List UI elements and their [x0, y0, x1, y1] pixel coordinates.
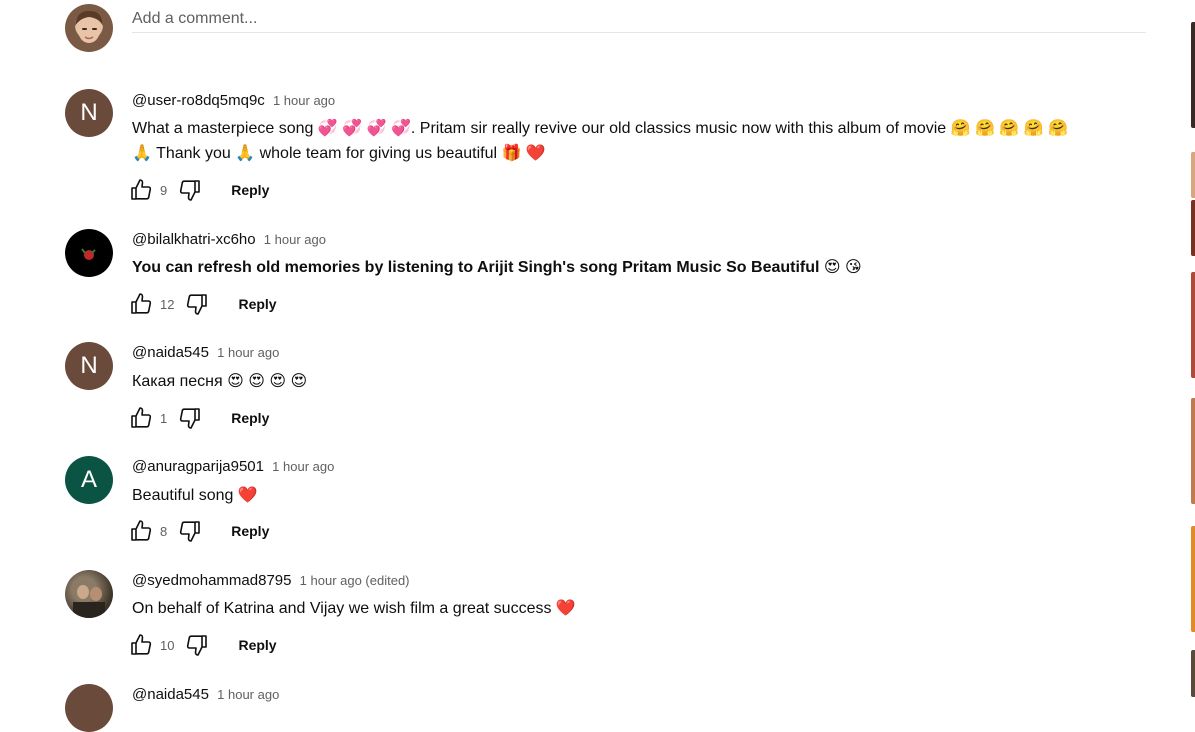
sidebar-video-thumbnail[interactable]	[1191, 152, 1195, 198]
comment-avatar[interactable]: A	[65, 456, 113, 504]
comment-actions: 1 Reply	[128, 406, 269, 430]
like-button[interactable]	[128, 405, 154, 431]
add-comment-input[interactable]	[132, 6, 1146, 33]
comment-actions: 12 Reply	[128, 292, 277, 316]
comment-avatar[interactable]	[65, 684, 113, 732]
thumbs-up-icon	[131, 520, 152, 541]
comment-avatar[interactable]: N	[65, 89, 113, 137]
comment-time[interactable]: 1 hour ago	[273, 93, 335, 108]
reply-button[interactable]: Reply	[238, 296, 276, 312]
comment-author[interactable]: @naida545	[132, 344, 209, 361]
like-count: 1	[160, 410, 168, 426]
comment-avatar[interactable]	[65, 570, 113, 618]
comment-author[interactable]: @anuragparija9501	[132, 458, 264, 475]
sidebar-video-thumbnail[interactable]	[1191, 650, 1195, 697]
like-count: 12	[160, 296, 175, 312]
comment-actions: 9 Reply	[128, 178, 269, 202]
comment-author[interactable]: @naida545	[132, 686, 209, 703]
comment-author[interactable]: @user-ro8dq5mq9c	[132, 92, 265, 109]
reply-button[interactable]: Reply	[231, 523, 269, 539]
comment-text: Какая песня 😍 😍 😍 😍	[132, 373, 308, 390]
user-photo-icon	[75, 10, 103, 43]
comment-avatar[interactable]	[65, 229, 113, 277]
thumbs-up-icon	[131, 293, 152, 314]
comment-avatar[interactable]: N	[65, 342, 113, 390]
comment-text: What a masterpiece song 💞 💞 💞 💞. Pritam …	[132, 120, 1068, 162]
thumbs-down-icon	[187, 635, 208, 656]
like-count: 8	[160, 523, 168, 539]
avatar-letter: A	[80, 466, 97, 493]
comment-header: @naida545 1 hour ago	[132, 344, 279, 361]
like-button[interactable]	[128, 518, 154, 544]
like-button[interactable]	[128, 632, 154, 658]
avatar-letter: N	[80, 352, 98, 379]
sidebar-video-thumbnail[interactable]	[1191, 526, 1195, 632]
comment-text: On behalf of Katrina and Vijay we wish f…	[132, 600, 576, 617]
thumbs-up-icon	[131, 179, 152, 200]
comment-text: Beautiful song ❤️	[132, 487, 258, 504]
dislike-button[interactable]	[184, 291, 210, 317]
like-count: 10	[160, 637, 175, 653]
dislike-button[interactable]	[177, 177, 203, 203]
like-count: 9	[160, 182, 168, 198]
sidebar-video-thumbnail[interactable]	[1191, 272, 1195, 378]
comment-header: @naida545 1 hour ago	[132, 686, 279, 703]
comment-author[interactable]: @bilalkhatri-xc6ho	[132, 231, 256, 248]
comment-time[interactable]: 1 hour ago	[217, 345, 279, 360]
like-button[interactable]	[128, 177, 154, 203]
dislike-button[interactable]	[184, 632, 210, 658]
thumbs-down-icon	[187, 294, 208, 315]
comment-time[interactable]: 1 hour ago	[264, 232, 326, 247]
reply-button[interactable]: Reply	[231, 182, 269, 198]
comment-actions: 10 Reply	[128, 633, 277, 657]
thumbs-up-icon	[131, 634, 152, 655]
sidebar-video-thumbnail[interactable]	[1191, 398, 1195, 504]
thumbs-down-icon	[180, 521, 201, 542]
rose-icon	[81, 248, 96, 260]
sidebar-video-thumbnail[interactable]	[1191, 22, 1195, 128]
comment-header: @syedmohammad8795 1 hour ago (edited)	[132, 572, 410, 589]
dislike-button[interactable]	[177, 518, 203, 544]
sidebar-video-thumbnail[interactable]	[1191, 200, 1195, 256]
comment-time[interactable]: 1 hour ago (edited)	[300, 573, 410, 588]
comment-header: @bilalkhatri-xc6ho 1 hour ago	[132, 231, 326, 248]
reply-button[interactable]: Reply	[238, 637, 276, 653]
comment-author[interactable]: @syedmohammad8795	[132, 572, 291, 589]
user-photo-icon	[73, 585, 105, 618]
comment-actions: 8 Reply	[128, 519, 269, 543]
like-button[interactable]	[128, 291, 154, 317]
comment-header: @anuragparija9501 1 hour ago	[132, 458, 334, 475]
avatar-letter: N	[80, 99, 98, 126]
comment-time[interactable]: 1 hour ago	[272, 459, 334, 474]
current-user-avatar	[65, 4, 113, 52]
comment-text: You can refresh old memories by listenin…	[132, 259, 862, 276]
comment-header: @user-ro8dq5mq9c 1 hour ago	[132, 92, 335, 109]
comment-time[interactable]: 1 hour ago	[217, 687, 279, 702]
reply-button[interactable]: Reply	[231, 410, 269, 426]
thumbs-up-icon	[131, 407, 152, 428]
thumbs-down-icon	[180, 408, 201, 429]
thumbs-down-icon	[180, 180, 201, 201]
dislike-button[interactable]	[177, 405, 203, 431]
